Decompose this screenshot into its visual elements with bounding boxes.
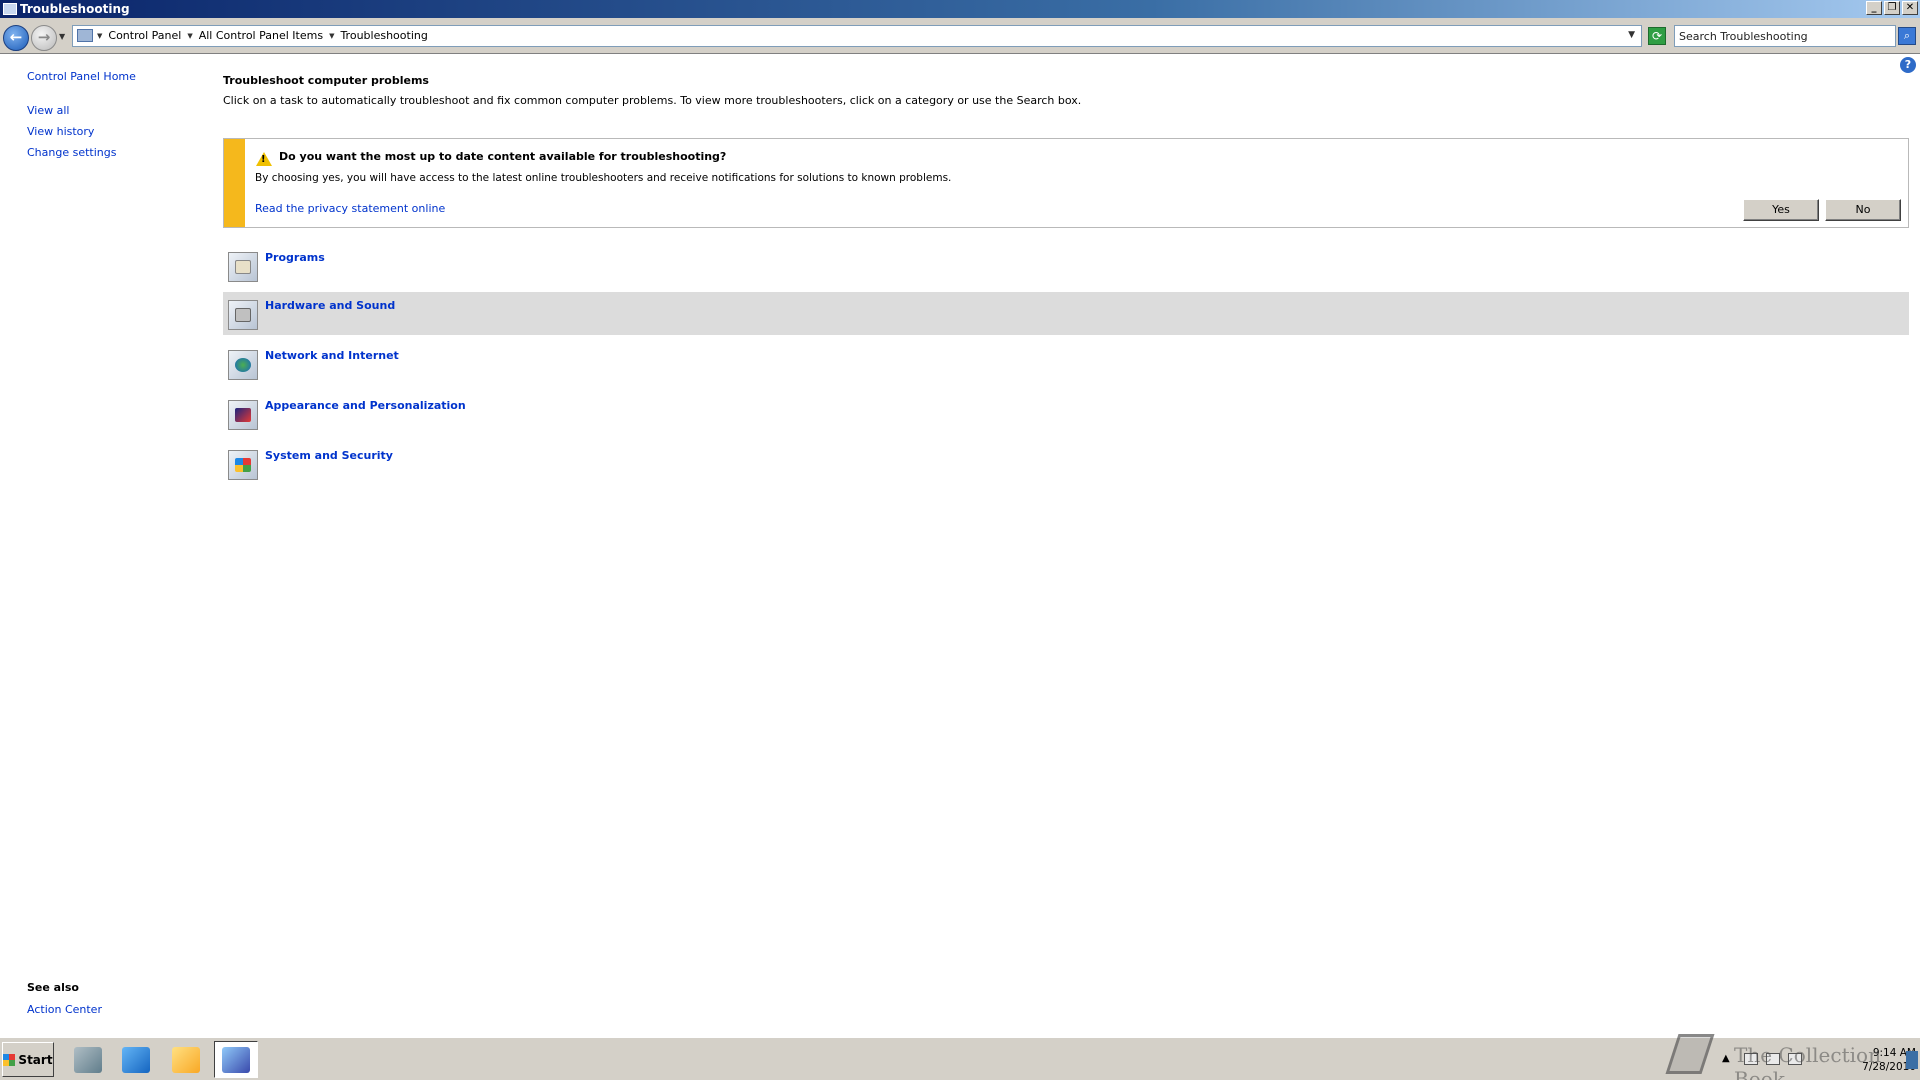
breadcrumb: ▼ Control Panel ▼ All Control Panel Item… (97, 29, 428, 42)
refresh-button[interactable]: ⟳ (1648, 27, 1666, 45)
search-box[interactable] (1674, 25, 1896, 47)
watermark: The Collection Book (1665, 1028, 1920, 1080)
privacy-statement-link[interactable]: Read the privacy statement online (255, 202, 445, 215)
taskbar-powershell[interactable] (114, 1041, 158, 1078)
control-panel-icon (77, 29, 93, 42)
taskbar-explorer[interactable] (164, 1041, 208, 1078)
page-description: Click on a task to automatically trouble… (223, 94, 1082, 107)
category-label[interactable]: Appearance and Personalization (265, 399, 466, 412)
watermark-text: The Collection Book (1734, 1043, 1881, 1080)
category-programs[interactable]: Programs (223, 244, 1909, 287)
infobar-stripe (224, 139, 245, 227)
change-settings-link[interactable]: Change settings (27, 146, 116, 159)
left-task-pane: Control Panel Home View all View history… (0, 55, 210, 1037)
window-controls: _ ❐ ✕ (1866, 1, 1918, 15)
infobar-text: By choosing yes, you will have access to… (255, 172, 952, 184)
recent-pages-dropdown-icon[interactable]: ▼ (59, 32, 65, 41)
category-appearance-and-personalization[interactable]: Appearance and Personalization (223, 392, 1909, 435)
category-hardware-and-sound[interactable]: Hardware and Sound (223, 292, 1909, 335)
control-panel-app-icon (3, 3, 17, 15)
chevron-right-icon[interactable]: ▼ (97, 32, 102, 40)
category-network-and-internet[interactable]: Network and Internet (223, 342, 1909, 385)
close-button[interactable]: ✕ (1902, 1, 1918, 15)
action-center-link[interactable]: Action Center (27, 1003, 102, 1016)
no-button[interactable]: No (1825, 199, 1901, 221)
online-content-infobar: ! Do you want the most up to date conten… (223, 138, 1909, 228)
category-label[interactable]: Programs (265, 251, 325, 264)
window-title: Troubleshooting (20, 2, 130, 16)
restore-button[interactable]: ❐ (1884, 1, 1900, 15)
title-bar: Troubleshooting _ ❐ ✕ (0, 0, 1920, 18)
search-button[interactable]: ⌕ (1898, 27, 1916, 45)
taskbar-server-manager[interactable] (66, 1041, 110, 1078)
search-icon: ⌕ (1903, 29, 1911, 42)
minimize-button[interactable]: _ (1866, 1, 1882, 15)
infobar-question: Do you want the most up to date content … (279, 150, 727, 163)
chevron-right-icon[interactable]: ▼ (187, 32, 192, 40)
server-manager-icon (74, 1046, 102, 1073)
view-all-link[interactable]: View all (27, 104, 69, 117)
forward-arrow-icon: → (37, 28, 51, 46)
taskbar-control-panel[interactable] (214, 1041, 258, 1078)
programs-icon (228, 252, 258, 282)
category-system-and-security[interactable]: System and Security (223, 442, 1909, 485)
book-icon (1665, 1034, 1715, 1074)
see-also-heading: See also (27, 981, 79, 994)
category-label[interactable]: System and Security (265, 449, 393, 462)
view-history-link[interactable]: View history (27, 125, 94, 138)
page-title: Troubleshoot computer problems (223, 74, 429, 87)
windows-logo-icon (3, 1053, 16, 1066)
back-button[interactable]: ← (3, 25, 29, 51)
taskbar: Start ▲ 9:14 AM 7/28/2010 (0, 1037, 1920, 1080)
breadcrumb-all-items[interactable]: All Control Panel Items (199, 29, 323, 42)
warning-icon: ! (256, 152, 272, 166)
refresh-icon: ⟳ (1651, 29, 1663, 43)
back-arrow-icon: ← (9, 28, 23, 46)
system-security-icon (228, 450, 258, 480)
control-panel-icon (222, 1046, 250, 1073)
network-internet-icon (228, 350, 258, 380)
start-label: Start (18, 1052, 53, 1067)
address-dropdown-icon[interactable]: ▼ (1628, 30, 1635, 40)
hardware-sound-icon (228, 300, 258, 330)
search-input[interactable] (1675, 26, 1871, 46)
yes-button[interactable]: Yes (1743, 199, 1819, 221)
control-panel-home-link[interactable]: Control Panel Home (27, 70, 136, 83)
breadcrumb-control-panel[interactable]: Control Panel (108, 29, 181, 42)
address-toolbar: ← → ▼ ▼ Control Panel ▼ All Control Pane… (0, 18, 1920, 54)
help-icon[interactable]: ? (1900, 57, 1916, 73)
explorer-icon (172, 1046, 200, 1073)
address-field[interactable]: ▼ Control Panel ▼ All Control Panel Item… (72, 25, 1642, 47)
chevron-right-icon[interactable]: ▼ (329, 32, 334, 40)
powershell-icon (122, 1046, 150, 1073)
appearance-icon (228, 400, 258, 430)
category-label[interactable]: Network and Internet (265, 349, 399, 362)
forward-button[interactable]: → (31, 25, 57, 51)
breadcrumb-troubleshooting[interactable]: Troubleshooting (340, 29, 427, 42)
category-label[interactable]: Hardware and Sound (265, 299, 395, 312)
start-button[interactable]: Start (2, 1042, 54, 1077)
